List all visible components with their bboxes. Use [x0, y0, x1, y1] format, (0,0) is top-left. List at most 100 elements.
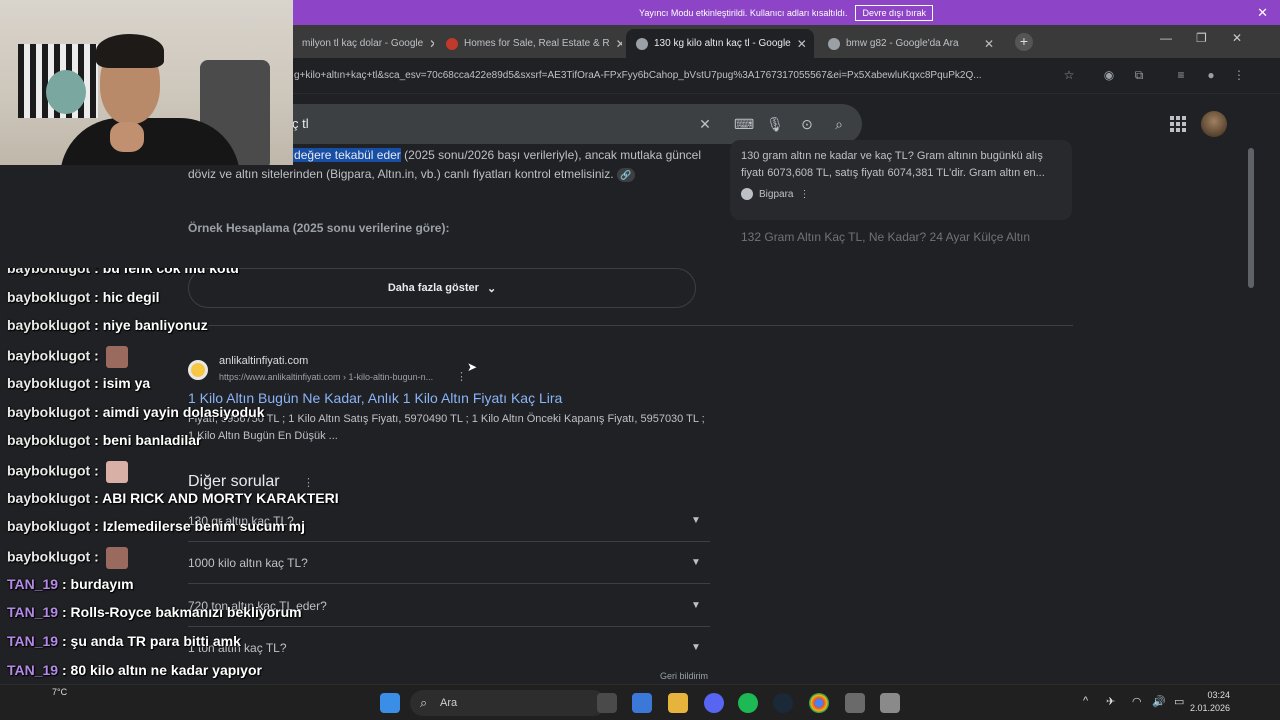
chat-emote-icon — [105, 547, 128, 569]
chat-message: bayboklugot : bu fenk cok mu kotu — [7, 268, 239, 276]
microphone-icon[interactable]: 🎙 — [766, 115, 784, 133]
chat-separator: : — [58, 661, 71, 678]
feedback-link[interactable]: Geri bildirim — [660, 671, 708, 681]
close-window-icon[interactable]: ✕ — [1232, 31, 1242, 45]
chat-message: TAN_19 : 80 kilo altın ne kadar yapıyor — [7, 662, 262, 678]
chat-separator: : — [90, 489, 103, 506]
webcam-overlay — [0, 0, 293, 165]
search-icon[interactable]: ⌕ — [830, 115, 848, 133]
steam-icon[interactable] — [773, 693, 793, 713]
chat-text: beni banladilar — [102, 432, 202, 449]
scrollbar-thumb[interactable] — [1248, 148, 1254, 288]
chat-text: Rolls-Royce bakmanızı bekliyorum — [70, 604, 302, 621]
chat-text: isim ya — [102, 374, 151, 391]
disable-streamer-mode-button[interactable]: Devre dışı bırak — [855, 4, 933, 21]
clock-time: 03:24 — [1207, 690, 1230, 700]
chat-separator: : — [58, 575, 71, 592]
scrollbar[interactable] — [1245, 96, 1257, 684]
chat-separator: : — [90, 518, 103, 535]
store-icon[interactable] — [632, 693, 652, 713]
url-field[interactable]: g+kilo+altın+kaç+tl&sca_esv=70c68cca422e… — [294, 66, 1054, 86]
chat-separator: : — [90, 347, 103, 364]
chat-message: bayboklugot : niye banliyonuz — [7, 317, 208, 333]
chevron-down-icon: ▼ — [691, 642, 701, 653]
chat-username: TAN_19 — [7, 633, 59, 650]
chat-separator: : — [90, 462, 103, 479]
chevron-down-icon: ▼ — [691, 600, 701, 611]
clock[interactable]: 03:24 2.01.2026 — [1190, 689, 1230, 715]
source-card-next[interactable]: 132 Gram Altın Kaç TL, Ne Kadar? 24 Ayar… — [741, 230, 1071, 244]
chat-message: bayboklugot : — [7, 547, 128, 569]
task-view-icon[interactable] — [597, 693, 617, 713]
file-explorer-icon[interactable] — [668, 693, 688, 713]
apps-grid-icon[interactable] — [1170, 116, 1186, 132]
clock-date: 2.01.2026 — [1189, 703, 1230, 713]
extension-icon[interactable]: ◉ — [1102, 68, 1116, 82]
source-card-footer: Bigpara ⋮ — [741, 188, 809, 200]
tab-milyon[interactable]: milyon tl kaç dolar - Google ✕ — [292, 29, 434, 58]
avatar[interactable] — [1201, 111, 1227, 137]
clear-icon[interactable]: ✕ — [696, 115, 714, 133]
close-tab-icon[interactable]: ✕ — [616, 37, 622, 51]
menu-icon[interactable]: ⋮ — [1232, 68, 1246, 82]
link-icon[interactable]: 🔗 — [616, 168, 635, 182]
chat-message: bayboklugot : — [7, 460, 128, 483]
chat-text: niye banliyonuz — [102, 317, 208, 334]
star-icon[interactable]: ☆ — [1062, 68, 1076, 82]
chat-username: bayboklugot — [7, 518, 91, 535]
more-options-icon[interactable]: ⋮ — [799, 189, 809, 200]
chat-text: 80 kilo altın ne kadar yapıyor — [70, 661, 262, 678]
chat-separator: : — [90, 403, 103, 420]
notepad-icon[interactable] — [880, 693, 900, 713]
more-options-icon[interactable]: ⋮ — [456, 370, 467, 383]
start-icon[interactable] — [380, 693, 400, 713]
chat-text: burdayım — [70, 575, 134, 592]
tab-title: 130 kg kilo altın kaç tl - Google — [654, 38, 791, 49]
lens-icon[interactable]: ⊙ — [798, 115, 816, 133]
network-activity-icon[interactable]: ✈ — [1106, 695, 1115, 708]
spotify-icon[interactable] — [738, 693, 758, 713]
minimize-icon[interactable]: — — [1160, 31, 1172, 45]
keyboard-icon[interactable]: ⌨ — [734, 115, 754, 133]
restore-icon[interactable]: ❐ — [1196, 31, 1207, 45]
settings-icon[interactable] — [845, 693, 865, 713]
discord-icon[interactable] — [704, 693, 724, 713]
chat-separator: : — [90, 548, 103, 565]
search-input[interactable]: ç tl — [292, 116, 309, 131]
search-box[interactable]: ç tl ✕ ⌨ 🎙 ⊙ ⌕ — [292, 104, 862, 144]
close-tab-icon[interactable]: ✕ — [984, 37, 994, 51]
show-more-label: Daha fazla göster — [387, 282, 479, 294]
new-tab-icon[interactable]: + — [1015, 33, 1033, 51]
close-icon[interactable]: ✕ — [1257, 5, 1268, 21]
tab-homes[interactable]: Homes for Sale, Real Estate & R ✕ — [436, 29, 622, 58]
tab-bmw[interactable]: bmw g82 - Google'da Ara ✕ — [818, 29, 1004, 58]
chat-username: TAN_19 — [7, 604, 59, 621]
chat-username: TAN_19 — [7, 575, 59, 592]
volume-icon[interactable]: 🔊 — [1152, 695, 1166, 708]
chat-text: şu anda TR para bitti amk — [70, 633, 241, 650]
chat-separator: : — [90, 268, 103, 276]
taskbar-search[interactable]: ⌕ Ara — [410, 690, 606, 716]
chat-separator: : — [58, 633, 71, 650]
chat-emote-icon — [105, 346, 128, 369]
chat-message: bayboklugot : hic degil — [7, 289, 159, 305]
puzzle-icon[interactable]: ⧉ — [1132, 68, 1146, 82]
chat-username: bayboklugot — [7, 288, 91, 305]
chat-separator: : — [90, 374, 103, 391]
close-tab-icon[interactable]: ✕ — [797, 37, 807, 51]
chat-username: bayboklugot — [7, 268, 91, 276]
tab-altin-active[interactable]: 130 kg kilo altın kaç tl - Google ✕ — [626, 29, 814, 58]
chat-username: bayboklugot — [7, 489, 91, 506]
site-favicon-icon — [446, 37, 458, 50]
source-card[interactable]: 130 gram altın ne kadar ve kaç TL? Gram … — [730, 140, 1072, 220]
battery-icon[interactable]: ▭ — [1174, 695, 1184, 708]
wifi-icon[interactable]: ◠ — [1132, 695, 1142, 708]
weather-widget[interactable]: 7°C — [52, 687, 67, 697]
chevron-up-icon[interactable]: ^ — [1083, 695, 1088, 707]
media-icon[interactable]: ≡ — [1174, 68, 1188, 82]
close-tab-icon[interactable]: ✕ — [429, 37, 434, 51]
taskbar: 7°C ⌕ Ara ^ ✈ ◠ 🔊 ▭ 03:24 2.01.2026 — [0, 684, 1280, 720]
chrome-icon[interactable] — [809, 693, 829, 713]
profile-icon[interactable]: ● — [1204, 68, 1218, 82]
chat-message: bayboklugot : ABI RICK AND MORTY KARAKTE… — [7, 490, 339, 506]
